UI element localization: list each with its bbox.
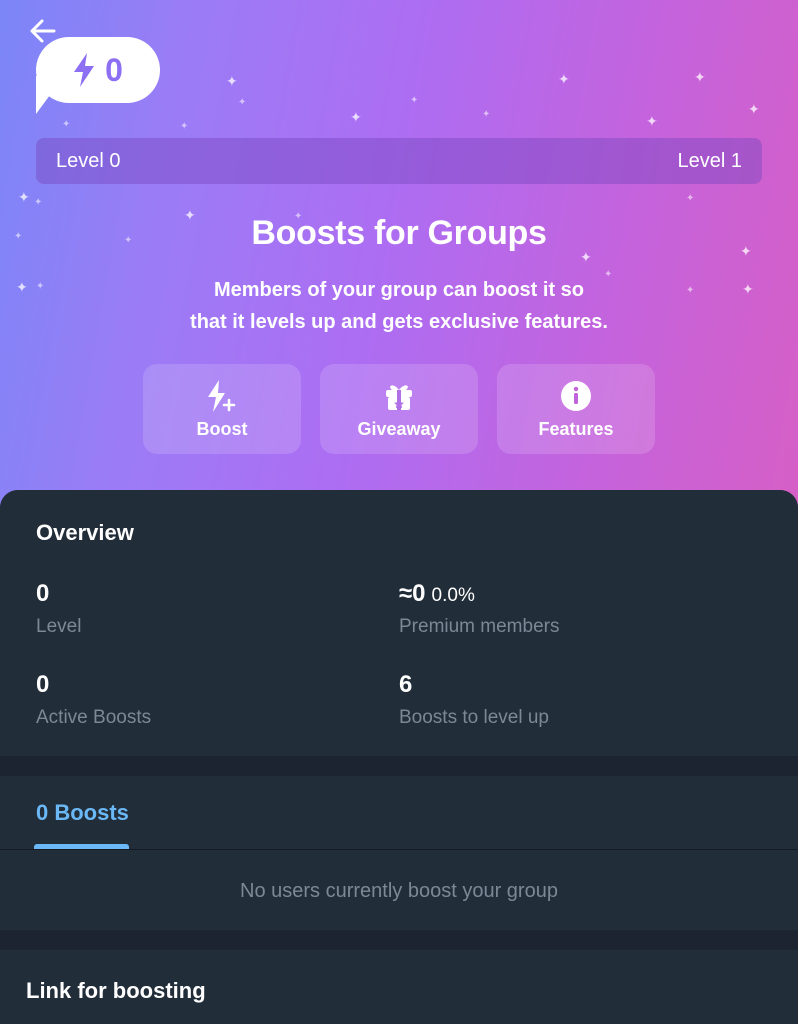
sparkle-decoration: ✦ <box>18 189 30 205</box>
premium-percent: 0.0% <box>431 585 475 606</box>
level-current: Level 0 <box>56 149 121 172</box>
page-title: Boosts for Groups <box>251 214 547 252</box>
boosts-to-level-label: Boosts to level up <box>399 707 549 728</box>
boost-count: 0 <box>105 51 123 88</box>
level-label: Level <box>36 616 82 637</box>
page-subtitle: Members of your group can boost it so th… <box>0 274 798 338</box>
sparkle-decoration: ✦ <box>226 73 238 89</box>
premium-members-value: ≈0 0.0% <box>399 580 475 608</box>
level-progress-bar: Level 0 Level 1 <box>36 138 762 184</box>
sparkle-decoration: ✦ <box>34 197 43 208</box>
sparkle-decoration: ✦ <box>694 69 706 85</box>
tab-boosts[interactable]: 0 Boosts <box>36 800 129 826</box>
divider <box>0 849 798 850</box>
info-icon <box>559 379 593 413</box>
sparkle-decoration: ✦ <box>686 193 695 204</box>
boost-icon <box>205 379 239 413</box>
sparkle-decoration: ✦ <box>558 71 570 87</box>
sparkle-decoration: ✦ <box>748 101 760 117</box>
active-boosts-label: Active Boosts <box>36 707 152 728</box>
sparkle-decoration: ✦ <box>482 109 491 120</box>
gift-icon <box>382 379 416 413</box>
premium-members-label: Premium members <box>399 616 560 637</box>
lightning-icon <box>74 53 95 87</box>
active-boosts-value: 0 <box>36 671 50 698</box>
giveaway-button[interactable]: Giveaway <box>320 364 478 454</box>
overview-title: Overview <box>36 520 134 545</box>
giveaway-button-label: Giveaway <box>357 418 441 439</box>
level-value: 0 <box>36 580 50 607</box>
action-buttons: Boost Giveaway Features <box>143 364 655 454</box>
sparkle-decoration: ✦ <box>350 109 362 125</box>
premium-count: ≈0 <box>399 580 426 607</box>
features-button[interactable]: Features <box>497 364 655 454</box>
boost-button[interactable]: Boost <box>143 364 301 454</box>
sparkle-decoration: ✦ <box>238 97 247 108</box>
sparkle-decoration: ✦ <box>62 119 71 130</box>
features-button-label: Features <box>538 418 614 439</box>
sparkle-decoration: ✦ <box>180 121 189 132</box>
link-section-title: Link for boosting <box>26 978 206 1003</box>
boosts-to-level-value: 6 <box>399 671 413 698</box>
boost-button-label: Boost <box>196 418 248 439</box>
boost-count-badge: 0 <box>36 37 160 103</box>
level-next: Level 1 <box>677 149 743 172</box>
sparkle-decoration: ✦ <box>410 95 419 106</box>
sparkle-decoration: ✦ <box>646 113 658 129</box>
subtitle-line: that it levels up and gets exclusive fea… <box>190 311 608 333</box>
subtitle-line: Members of your group can boost it so <box>213 279 585 301</box>
empty-state-message: No users currently boost your group <box>240 880 558 902</box>
